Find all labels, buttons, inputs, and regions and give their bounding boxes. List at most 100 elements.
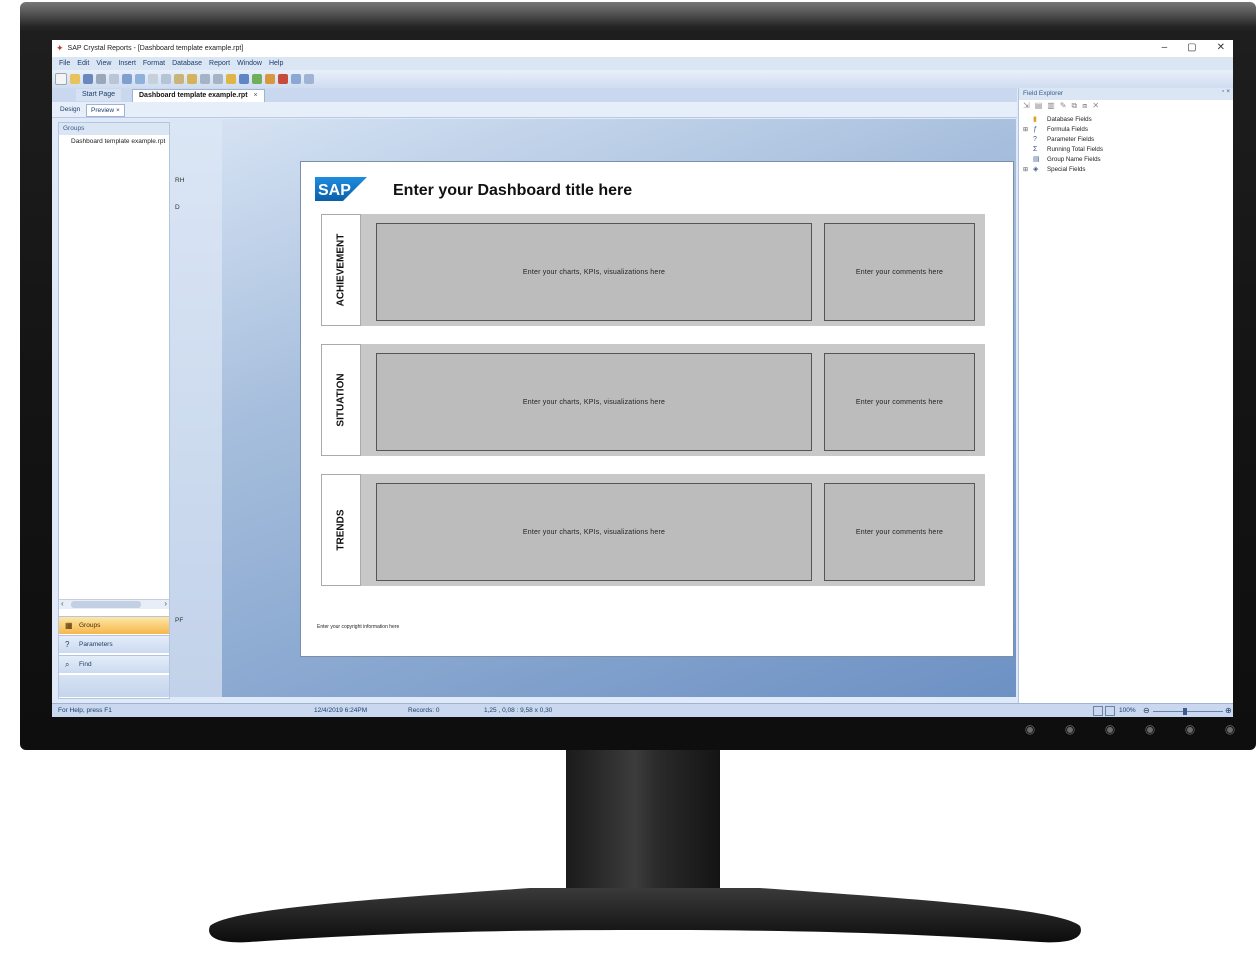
find-icon[interactable] (304, 74, 314, 84)
zoom-out-icon[interactable]: ⊖ (1143, 706, 1150, 715)
horizontal-scrollbar[interactable]: ‹ › (59, 599, 169, 609)
sap-logo: SAP (315, 177, 367, 201)
zoom-slider-handle[interactable] (1183, 708, 1187, 715)
open-icon[interactable] (70, 74, 80, 84)
close-button[interactable]: ✕ (1217, 42, 1225, 53)
redo-icon[interactable] (213, 74, 223, 84)
expander-icon[interactable]: ⊞ (1023, 125, 1028, 135)
chart-placeholder[interactable]: Enter your charts, KPIs, visualizations … (376, 223, 812, 321)
field-tree-item-special[interactable]: ⊞ ◈ Special Fields (1023, 165, 1103, 175)
menu-bar: File Edit View Insert Format Database Re… (52, 57, 1233, 70)
group-name-icon: ▤ (1033, 156, 1040, 163)
new-icon[interactable] (55, 73, 67, 85)
section-label-report-header: RH (175, 177, 185, 184)
delete-icon[interactable]: ✕ (1092, 101, 1099, 113)
menu-view[interactable]: View (96, 60, 111, 67)
maximize-button[interactable]: ▢ (1187, 42, 1196, 53)
menu-help[interactable]: Help (269, 60, 283, 67)
nav-groups-button[interactable]: ▦ Groups (59, 616, 169, 634)
insert-field-icon[interactable]: ⇲ (1023, 101, 1030, 113)
sap-logo-text: SAP (318, 182, 351, 199)
format-painter-icon[interactable] (187, 74, 197, 84)
field-tree-label: Running Total Fields (1047, 146, 1103, 153)
status-datetime: 12/4/2019 6:24PM (314, 707, 368, 714)
menu-file[interactable]: File (59, 60, 70, 67)
section-label-details: D (175, 204, 180, 211)
menu-window[interactable]: Window (237, 60, 262, 67)
menu-database[interactable]: Database (172, 60, 202, 67)
nav-find-button[interactable]: ⌕ Find (59, 655, 169, 673)
copyright-text[interactable]: Enter your copyright information here (317, 624, 399, 630)
refresh-icon[interactable] (135, 74, 145, 84)
field-explorer-header: Field Explorer (1019, 88, 1233, 100)
database-icon: ▮ (1033, 116, 1037, 123)
nav-parameters-label: Parameters (79, 641, 113, 648)
comment-placeholder[interactable]: Enter your comments here (824, 483, 975, 581)
duplicate-icon[interactable]: ⧉ (1072, 101, 1078, 113)
save-icon[interactable] (83, 74, 93, 84)
field-tree-item-database[interactable]: ▮ Database Fields (1023, 115, 1103, 125)
print-icon[interactable] (96, 74, 106, 84)
copy-icon[interactable] (161, 74, 171, 84)
print-preview-icon[interactable] (109, 74, 119, 84)
chart-placeholder[interactable]: Enter your charts, KPIs, visualizations … (376, 353, 812, 451)
insert-group-icon[interactable] (226, 74, 236, 84)
zoom-in-icon[interactable]: ⊕ (1225, 706, 1232, 715)
parameters-icon: ? (65, 640, 70, 649)
scroll-right-icon[interactable]: › (164, 599, 167, 608)
menu-report[interactable]: Report (209, 60, 230, 67)
nav-parameters-button[interactable]: ? Parameters (59, 635, 169, 653)
chart-placeholder[interactable]: Enter your charts, KPIs, visualizations … (376, 483, 812, 581)
tab-dashboard-report[interactable]: Dashboard template example.rpt × (132, 89, 265, 102)
cut-icon[interactable] (148, 74, 158, 84)
section-situation: SITUATION Enter your charts, KPIs, visua… (321, 344, 985, 456)
dashboard-title[interactable]: Enter your Dashboard title here (393, 182, 632, 200)
section-label-box: ACHIEVEMENT (321, 214, 361, 326)
monitor-stand-base (209, 888, 1081, 943)
field-tree-item-running-total[interactable]: Σ Running Total Fields (1023, 145, 1103, 155)
select-expert-icon[interactable] (291, 74, 301, 84)
tab-design[interactable]: Design (56, 104, 84, 115)
sort-icon[interactable] (278, 74, 288, 84)
whole-page-icon[interactable] (1105, 706, 1115, 716)
menu-insert[interactable]: Insert (118, 60, 136, 67)
close-preview-icon[interactable]: × (116, 107, 120, 114)
panel-controls[interactable]: ▫ × (1222, 88, 1230, 95)
zoom-slider[interactable] (1153, 711, 1223, 712)
field-tree-item-formula[interactable]: ⊞ ƒ Formula Fields (1023, 125, 1103, 135)
status-bar: For Help, press F1 12/4/2019 6:24PM Reco… (52, 703, 1233, 717)
edit-icon[interactable]: ✎ (1060, 101, 1067, 113)
insert-map-icon[interactable] (265, 74, 275, 84)
field-explorer-panel: Field Explorer ▫ × ⇲ ▤ ▥ ✎ ⧉ ⧈ ✕ ▮ Databa… (1018, 88, 1233, 703)
field-tree-item-parameter[interactable]: ? Parameter Fields (1023, 135, 1103, 145)
paste-icon[interactable] (174, 74, 184, 84)
comment-placeholder[interactable]: Enter your comments here (824, 353, 975, 451)
monitor-button-icon: ◉ (1184, 722, 1196, 736)
tab-preview[interactable]: Preview × (86, 104, 125, 117)
page-view-icon[interactable] (1093, 706, 1103, 716)
monitor-button-icon: ◉ (1104, 722, 1116, 736)
close-tab-icon[interactable]: × (254, 92, 258, 99)
insert-chart-icon[interactable] (252, 74, 262, 84)
monitor-button-icon: ◉ (1024, 722, 1036, 736)
zoom-level: 100% (1119, 707, 1136, 714)
browse-icon[interactable]: ▤ (1035, 101, 1043, 113)
insert-summary-icon[interactable] (239, 74, 249, 84)
scrollbar-thumb[interactable] (71, 601, 141, 608)
expander-icon[interactable]: ⊞ (1023, 165, 1028, 175)
section-label: ACHIEVEMENT (335, 233, 347, 307)
field-tree-item-group-name[interactable]: ▤ Group Name Fields (1023, 155, 1103, 165)
minimize-button[interactable]: – (1162, 42, 1168, 53)
scroll-left-icon[interactable]: ‹ (61, 599, 64, 608)
menu-edit[interactable]: Edit (77, 60, 89, 67)
group-tree-item[interactable]: Dashboard template example.rpt (71, 138, 165, 145)
comment-placeholder[interactable]: Enter your comments here (824, 223, 975, 321)
rename-icon[interactable]: ⧈ (1082, 101, 1087, 113)
new-field-icon[interactable]: ▥ (1047, 101, 1055, 113)
section-label-box: SITUATION (321, 344, 361, 456)
export-icon[interactable] (122, 74, 132, 84)
special-fields-icon: ◈ (1033, 166, 1039, 173)
tab-start-page[interactable]: Start Page (76, 89, 122, 101)
undo-icon[interactable] (200, 74, 210, 84)
menu-format[interactable]: Format (143, 60, 165, 67)
